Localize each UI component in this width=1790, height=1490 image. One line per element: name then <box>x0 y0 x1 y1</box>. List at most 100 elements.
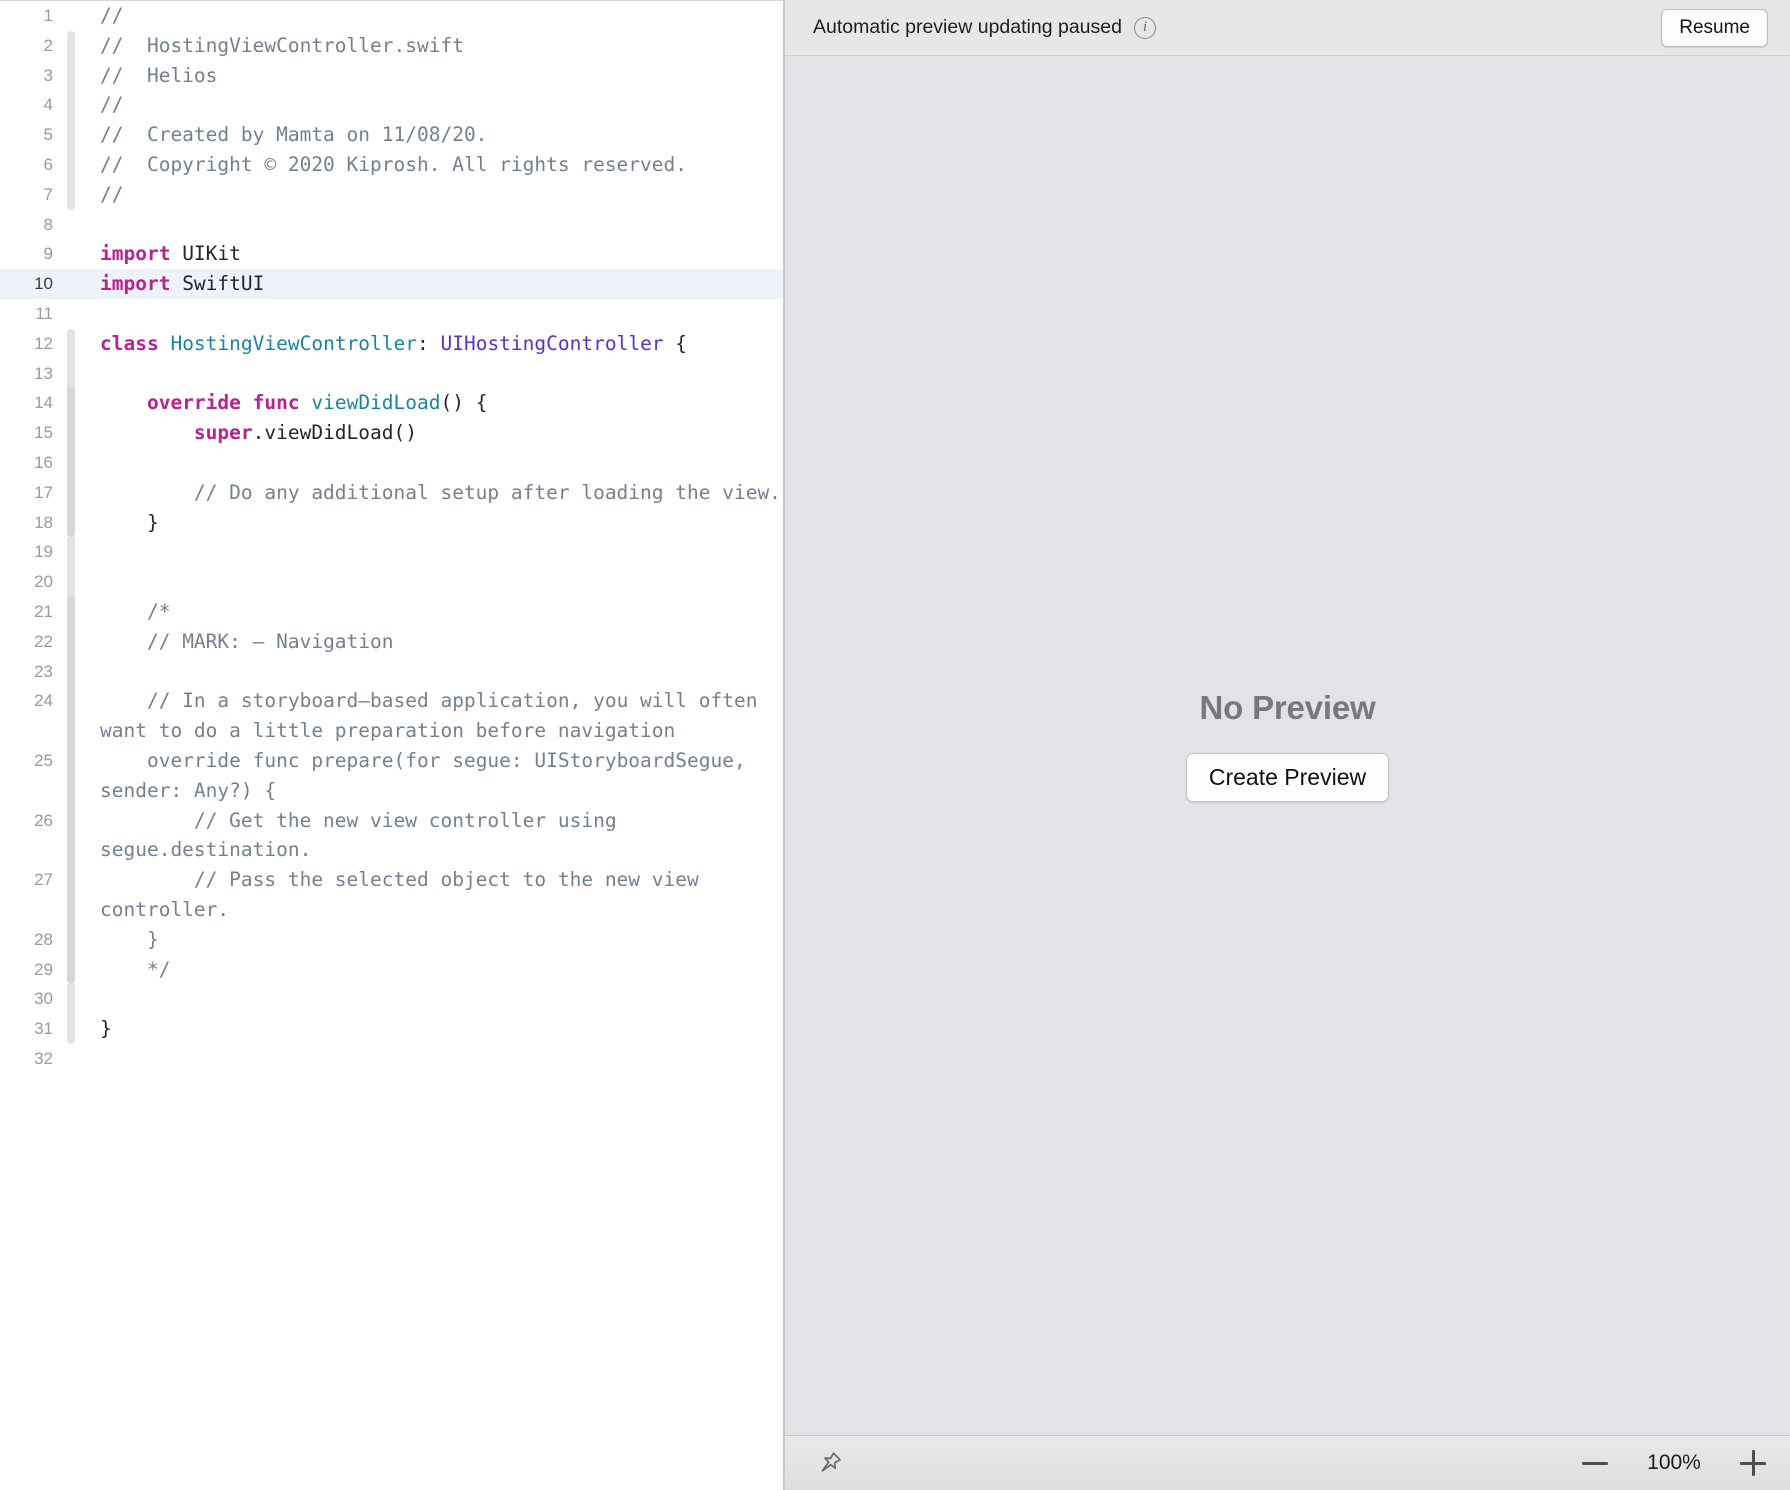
code-text[interactable]: */ <box>79 955 783 985</box>
code-line[interactable]: 7 // <box>0 179 783 210</box>
code-fold-band[interactable] <box>63 805 79 866</box>
code-line[interactable]: 18 } <box>0 507 783 538</box>
code-line[interactable]: 9 import UIKit <box>0 239 783 269</box>
code-text[interactable] <box>79 299 783 329</box>
code-fold-band[interactable] <box>63 60 79 91</box>
code-text[interactable]: class HostingViewController: UIHostingCo… <box>79 329 783 359</box>
code-text[interactable] <box>79 210 783 240</box>
resume-button[interactable]: Resume <box>1661 8 1768 47</box>
code-text[interactable]: // In a storyboard–based application, yo… <box>79 686 783 746</box>
code-fold-band[interactable] <box>63 686 79 746</box>
code-line[interactable]: 8 <box>0 210 783 240</box>
code-text[interactable]: // <box>79 1 783 31</box>
zoom-in-button[interactable] <box>1736 1446 1770 1480</box>
code-text[interactable] <box>79 448 783 478</box>
code-fold-band[interactable] <box>63 210 79 240</box>
code-line[interactable]: 4 // <box>0 90 783 120</box>
code-fold-band[interactable] <box>63 1 79 31</box>
code-line[interactable]: 31} <box>0 1014 783 1044</box>
code-line[interactable]: 13 <box>0 358 783 389</box>
code-text[interactable]: import UIKit <box>79 239 783 269</box>
zoom-out-button[interactable] <box>1578 1446 1612 1480</box>
create-preview-button[interactable]: Create Preview <box>1185 753 1390 802</box>
code-text[interactable]: // MARK: – Navigation <box>79 627 783 657</box>
info-icon[interactable]: i <box>1133 16 1156 39</box>
code-line[interactable]: 11 <box>0 299 783 329</box>
code-fold-band[interactable] <box>63 388 79 418</box>
code-line[interactable]: 23 <box>0 656 783 687</box>
code-fold-band[interactable] <box>63 447 79 478</box>
code-text[interactable] <box>79 359 783 389</box>
code-fold-band[interactable] <box>63 745 79 806</box>
code-fold-band[interactable] <box>63 269 79 299</box>
code-fold-band[interactable] <box>63 954 79 985</box>
code-text[interactable]: // <box>79 90 783 120</box>
code-fold-band[interactable] <box>63 179 79 210</box>
code-fold-band[interactable] <box>63 477 79 508</box>
code-line[interactable]: 25 override func prepare(for segue: UISt… <box>0 745 783 806</box>
code-text[interactable]: // Copyright © 2020 Kiprosh. All rights … <box>79 150 783 180</box>
code-text[interactable]: // Do any additional setup after loading… <box>79 478 783 508</box>
code-line[interactable]: 29 */ <box>0 954 783 985</box>
code-line[interactable]: 16 <box>0 447 783 478</box>
code-fold-band[interactable] <box>63 299 79 329</box>
code-text[interactable] <box>79 1044 783 1074</box>
code-line[interactable]: 10 import SwiftUI <box>0 269 783 299</box>
preview-canvas[interactable]: No Preview Create Preview <box>785 56 1790 1435</box>
code-line[interactable]: 20 <box>0 567 783 597</box>
code-line[interactable]: 17 // Do any additional setup after load… <box>0 477 783 508</box>
code-text[interactable]: // Helios <box>79 61 783 91</box>
code-fold-band[interactable] <box>63 924 79 955</box>
code-line[interactable]: 6 // Copyright © 2020 Kiprosh. All rights… <box>0 149 783 180</box>
code-line[interactable]: 19 <box>0 537 783 567</box>
code-text[interactable]: // Pass the selected object to the new v… <box>79 865 783 925</box>
code-fold-band[interactable] <box>63 120 79 150</box>
code-fold-band[interactable] <box>63 626 79 657</box>
code-fold-band[interactable] <box>63 656 79 687</box>
code-line[interactable]: 3 // Helios <box>0 60 783 91</box>
code-text[interactable]: override func prepare(for segue: UIStory… <box>79 746 783 806</box>
code-fold-band[interactable] <box>63 239 79 269</box>
code-text[interactable]: // HostingViewController.swift <box>79 31 783 61</box>
code-fold-band[interactable] <box>63 596 79 627</box>
code-fold-band[interactable] <box>63 149 79 180</box>
code-line[interactable]: 12 class HostingViewController: UIHosting… <box>0 328 783 359</box>
code-text[interactable]: // <box>79 180 783 210</box>
code-line[interactable]: 28 } <box>0 924 783 955</box>
code-line[interactable]: 30 <box>0 984 783 1014</box>
code-text[interactable]: } <box>79 1014 783 1044</box>
code-fold-band[interactable] <box>63 328 79 359</box>
code-text[interactable]: override func viewDidLoad() { <box>79 388 783 418</box>
pin-icon[interactable] <box>813 1446 847 1480</box>
code-line[interactable]: 1 // <box>0 1 783 31</box>
code-text[interactable]: super.viewDidLoad() <box>79 418 783 448</box>
code-fold-band[interactable] <box>63 537 79 567</box>
source-editor-pane[interactable]: 1 // 2 // HostingViewController.swift 3 // He… <box>0 0 783 1490</box>
code-line[interactable]: 21 /* <box>0 596 783 627</box>
code-fold-band[interactable] <box>63 90 79 120</box>
code-text[interactable]: import SwiftUI <box>79 269 783 299</box>
code-line[interactable]: 26 // Get the new view controller using … <box>0 805 783 866</box>
code-line[interactable]: 5 // Created by Mamta on 11/08/20. <box>0 120 783 150</box>
code-text[interactable] <box>79 567 783 597</box>
code-fold-band[interactable] <box>63 358 79 389</box>
code-text[interactable] <box>79 657 783 687</box>
code-fold-band[interactable] <box>63 418 79 448</box>
code-text[interactable] <box>79 537 783 567</box>
code-fold-band[interactable] <box>63 1044 79 1074</box>
code-text[interactable]: // Created by Mamta on 11/08/20. <box>79 120 783 150</box>
code-text[interactable]: /* <box>79 597 783 627</box>
code-fold-band[interactable] <box>63 984 79 1014</box>
code-scroll-area[interactable]: 1 // 2 // HostingViewController.swift 3 // He… <box>0 1 783 1490</box>
code-text[interactable]: } <box>79 508 783 538</box>
code-line[interactable]: 24 // In a storyboard–based application,… <box>0 686 783 746</box>
code-fold-band[interactable] <box>63 865 79 925</box>
code-text[interactable]: // Get the new view controller using seg… <box>79 806 783 866</box>
code-fold-band[interactable] <box>63 30 79 61</box>
code-line[interactable]: 27 // Pass the selected object to the ne… <box>0 865 783 925</box>
code-fold-band[interactable] <box>63 507 79 538</box>
code-text[interactable] <box>79 984 783 1014</box>
code-line[interactable]: 32 <box>0 1044 783 1074</box>
code-fold-band[interactable] <box>63 567 79 597</box>
code-line[interactable]: 15 super.viewDidLoad() <box>0 418 783 448</box>
